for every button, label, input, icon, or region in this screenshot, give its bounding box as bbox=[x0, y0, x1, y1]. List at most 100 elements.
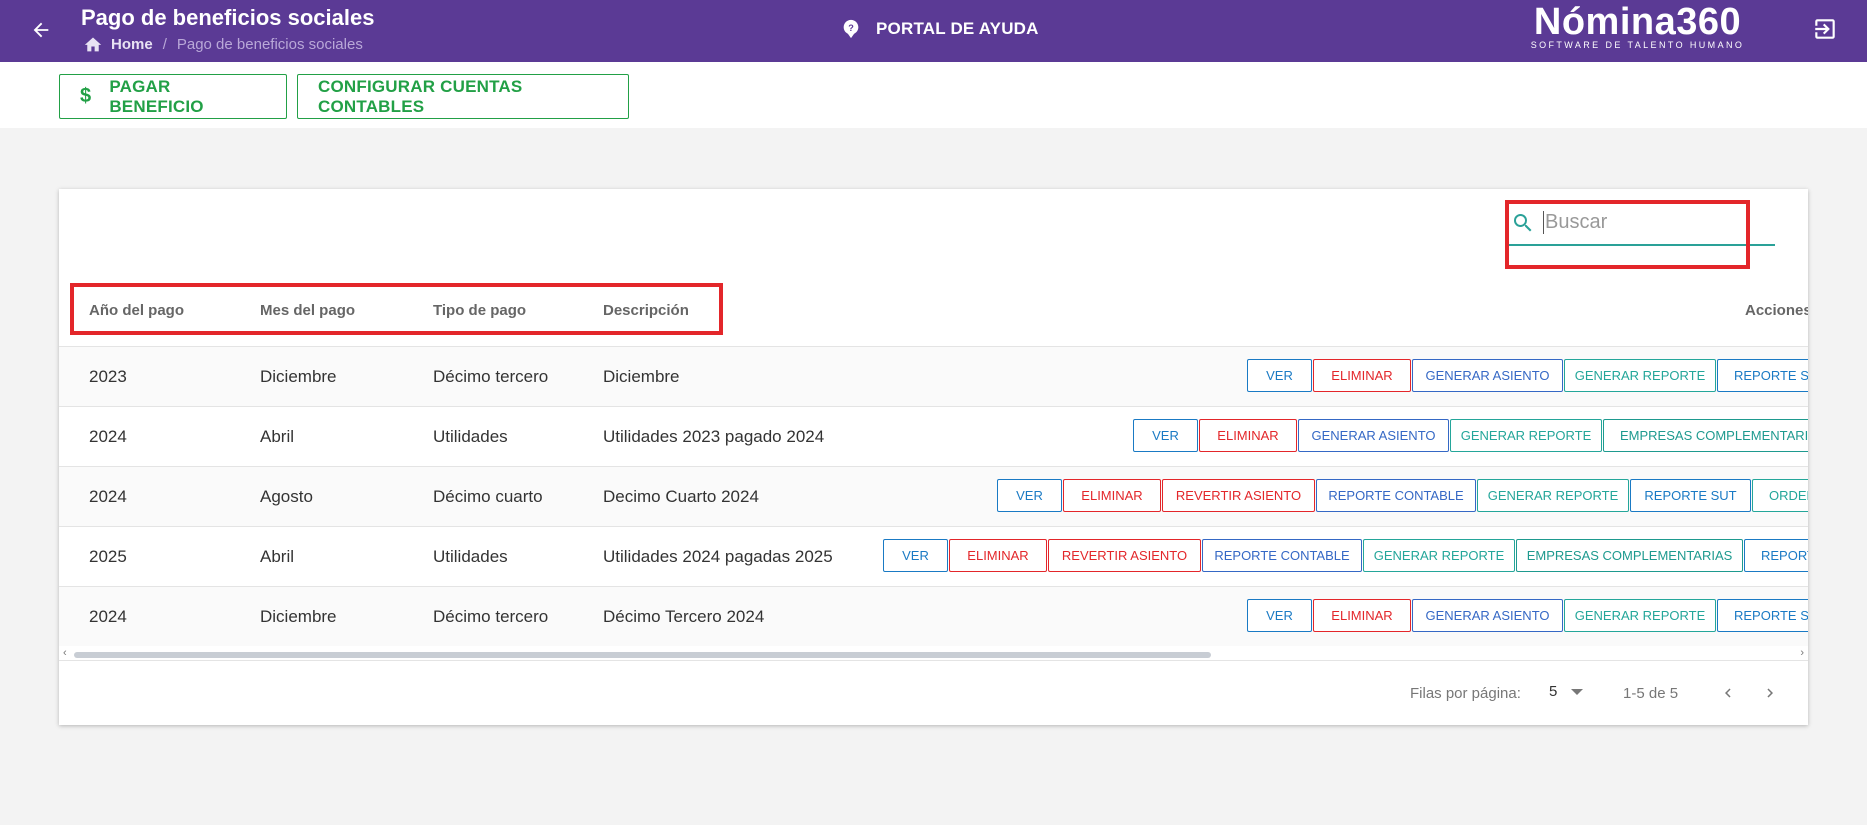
configure-accounts-label: CONFIGURAR CUENTAS CONTABLES bbox=[318, 76, 523, 116]
generate-report-button[interactable]: GENERAR REPORTE bbox=[1564, 359, 1716, 392]
view-button[interactable]: VER bbox=[1247, 599, 1312, 632]
column-header-month[interactable]: Mes del pago bbox=[260, 302, 355, 319]
help-icon: ? bbox=[843, 19, 859, 39]
logo-tagline: SOFTWARE DE TALENTO HUMANO bbox=[1530, 40, 1745, 50]
row-actions: VER ELIMINAR REVERTIR ASIENTO REPORTE CO… bbox=[997, 479, 1808, 512]
svg-text:?: ? bbox=[848, 23, 854, 33]
chevron-right-icon[interactable] bbox=[1755, 678, 1785, 708]
cell-month: Agosto bbox=[260, 487, 313, 506]
cell-type: Décimo tercero bbox=[433, 607, 549, 626]
delete-button[interactable]: ELIMINAR bbox=[1199, 419, 1297, 452]
sut-report-button[interactable]: REPORTE SUT bbox=[1630, 479, 1751, 512]
report-button[interactable]: REPORT bbox=[1744, 539, 1808, 572]
pay-benefit-label: PAGAR BENEFICIO bbox=[109, 76, 204, 116]
generate-entry-button[interactable]: GENERAR ASIENTO bbox=[1298, 419, 1449, 452]
logo-main-text: Nómina360 bbox=[1533, 1, 1742, 43]
cell-year: 2024 bbox=[89, 427, 127, 446]
cell-type: Utilidades bbox=[433, 547, 508, 566]
generate-entry-button[interactable]: GENERAR ASIENTO bbox=[1412, 599, 1563, 632]
configure-accounts-button[interactable]: CONFIGURAR CUENTAS CONTABLES bbox=[297, 74, 629, 119]
generate-entry-button[interactable]: GENERAR ASIENTO bbox=[1412, 359, 1563, 392]
table-row: 2023 Diciembre Décimo tercero Diciembre … bbox=[59, 346, 1808, 406]
help-label: PORTAL DE AYUDA bbox=[876, 19, 1039, 38]
delete-button[interactable]: ELIMINAR bbox=[1063, 479, 1161, 512]
column-header-actions: Acciones bbox=[1745, 302, 1808, 319]
column-header-year[interactable]: Año del pago bbox=[89, 302, 184, 319]
action-toolbar: $ PAGAR BENEFICIO CONFIGURAR CUENTAS CON… bbox=[0, 62, 1867, 128]
scroll-right-icon[interactable]: › bbox=[1800, 647, 1804, 659]
delete-button[interactable]: ELIMINAR bbox=[1313, 359, 1411, 392]
table-row: 2024 Agosto Décimo cuarto Decimo Cuarto … bbox=[59, 466, 1808, 526]
complementary-companies-button[interactable]: EMPRESAS COMPLEMENTARIAS bbox=[1603, 419, 1808, 452]
generate-report-button[interactable]: GENERAR REPORTE bbox=[1477, 479, 1629, 512]
rows-per-page-value: 5 bbox=[1549, 683, 1558, 700]
caret-down-icon bbox=[1571, 688, 1584, 695]
cell-month: Abril bbox=[260, 427, 295, 446]
breadcrumb-home-link[interactable]: Home bbox=[111, 36, 153, 53]
pay-benefit-button[interactable]: $ PAGAR BENEFICIO bbox=[59, 74, 287, 119]
row-actions: VER ELIMINAR GENERAR ASIENTO GENERAR REP… bbox=[1247, 359, 1808, 392]
order-button[interactable]: ORDEN bbox=[1752, 479, 1808, 512]
cell-year: 2025 bbox=[89, 547, 127, 566]
logout-icon[interactable] bbox=[1812, 16, 1840, 44]
cell-description: Utilidades 2023 pagado 2024 bbox=[603, 427, 825, 446]
home-icon[interactable] bbox=[83, 35, 103, 53]
table-row: 2025 Abril Utilidades Utilidades 2024 pa… bbox=[59, 526, 1808, 586]
complementary-companies-button[interactable]: EMPRESAS COMPLEMENTARIAS bbox=[1516, 539, 1743, 572]
column-header-description[interactable]: Descripción bbox=[603, 302, 689, 319]
table-row: 2024 Abril Utilidades Utilidades 2023 pa… bbox=[59, 406, 1808, 466]
horizontal-scrollbar[interactable]: ‹ › bbox=[59, 647, 1808, 661]
revert-entry-button[interactable]: REVERTIR ASIENTO bbox=[1048, 539, 1201, 572]
cell-month: Diciembre bbox=[260, 607, 337, 626]
pagination-footer: Filas por página: 5 1-5 de 5 bbox=[59, 662, 1808, 725]
search-field bbox=[1505, 201, 1775, 246]
rows-per-page-select[interactable]: 5 bbox=[1549, 683, 1584, 700]
view-button[interactable]: VER bbox=[1247, 359, 1312, 392]
table-row: 2024 Diciembre Décimo tercero Décimo Ter… bbox=[59, 586, 1808, 646]
view-button[interactable]: VER bbox=[997, 479, 1062, 512]
row-actions: VER ELIMINAR GENERAR ASIENTO GENERAR REP… bbox=[1247, 599, 1808, 632]
scroll-left-icon[interactable]: ‹ bbox=[63, 647, 67, 659]
brand-logo: Nómina360 SOFTWARE DE TALENTO HUMANO bbox=[1525, 2, 1750, 50]
search-input[interactable] bbox=[1543, 211, 1763, 234]
cell-month: Abril bbox=[260, 547, 295, 566]
cell-description: Diciembre bbox=[603, 367, 680, 386]
accounting-report-button[interactable]: REPORTE CONTABLE bbox=[1316, 479, 1476, 512]
generate-report-button[interactable]: GENERAR REPORTE bbox=[1450, 419, 1602, 452]
sut-report-button[interactable]: REPORTE SU bbox=[1717, 599, 1808, 632]
revert-entry-button[interactable]: REVERTIR ASIENTO bbox=[1162, 479, 1315, 512]
sut-report-button[interactable]: REPORTE SU bbox=[1717, 359, 1808, 392]
cell-year: 2023 bbox=[89, 367, 127, 386]
cell-year: 2024 bbox=[89, 607, 127, 626]
accounting-report-button[interactable]: REPORTE CONTABLE bbox=[1202, 539, 1362, 572]
delete-button[interactable]: ELIMINAR bbox=[1313, 599, 1411, 632]
cell-month: Diciembre bbox=[260, 367, 337, 386]
generate-report-button[interactable]: GENERAR REPORTE bbox=[1363, 539, 1515, 572]
breadcrumb-current: Pago de beneficios sociales bbox=[176, 35, 363, 53]
chevron-left-icon[interactable] bbox=[1713, 678, 1743, 708]
pagination-range: 1-5 de 5 bbox=[1623, 685, 1679, 702]
delete-button[interactable]: ELIMINAR bbox=[949, 539, 1047, 572]
benefits-table-card: Año del pago Mes del pago Tipo de pago D… bbox=[59, 189, 1808, 725]
row-actions: VER ELIMINAR GENERAR ASIENTO GENERAR REP… bbox=[1133, 419, 1808, 452]
scrollbar-thumb[interactable] bbox=[74, 652, 1211, 658]
cell-description: Decimo Cuarto 2024 bbox=[603, 487, 759, 506]
cell-description: Utilidades 2024 pagadas 2025 bbox=[603, 547, 833, 566]
cell-type: Décimo tercero bbox=[433, 367, 549, 386]
back-arrow-icon[interactable] bbox=[26, 15, 56, 45]
search-icon bbox=[1514, 213, 1532, 231]
cell-type: Utilidades bbox=[433, 427, 508, 446]
breadcrumb-separator: / bbox=[162, 35, 167, 53]
view-button[interactable]: VER bbox=[883, 539, 948, 572]
help-portal-link[interactable]: ? PORTAL DE AYUDA bbox=[840, 18, 1039, 40]
view-button[interactable]: VER bbox=[1133, 419, 1198, 452]
generate-report-button[interactable]: GENERAR REPORTE bbox=[1564, 599, 1716, 632]
cell-year: 2024 bbox=[89, 487, 127, 506]
row-actions: VER ELIMINAR REVERTIR ASIENTO REPORTE CO… bbox=[883, 539, 1808, 572]
page-title: Pago de beneficios sociales bbox=[81, 5, 375, 30]
column-header-type[interactable]: Tipo de pago bbox=[433, 302, 526, 319]
cell-description: Décimo Tercero 2024 bbox=[603, 607, 765, 626]
breadcrumb: Home / Pago de beneficios sociales bbox=[83, 35, 363, 53]
dollar-icon: $ bbox=[80, 85, 92, 107]
top-app-bar: Pago de beneficios sociales Home / Pago … bbox=[0, 0, 1867, 62]
